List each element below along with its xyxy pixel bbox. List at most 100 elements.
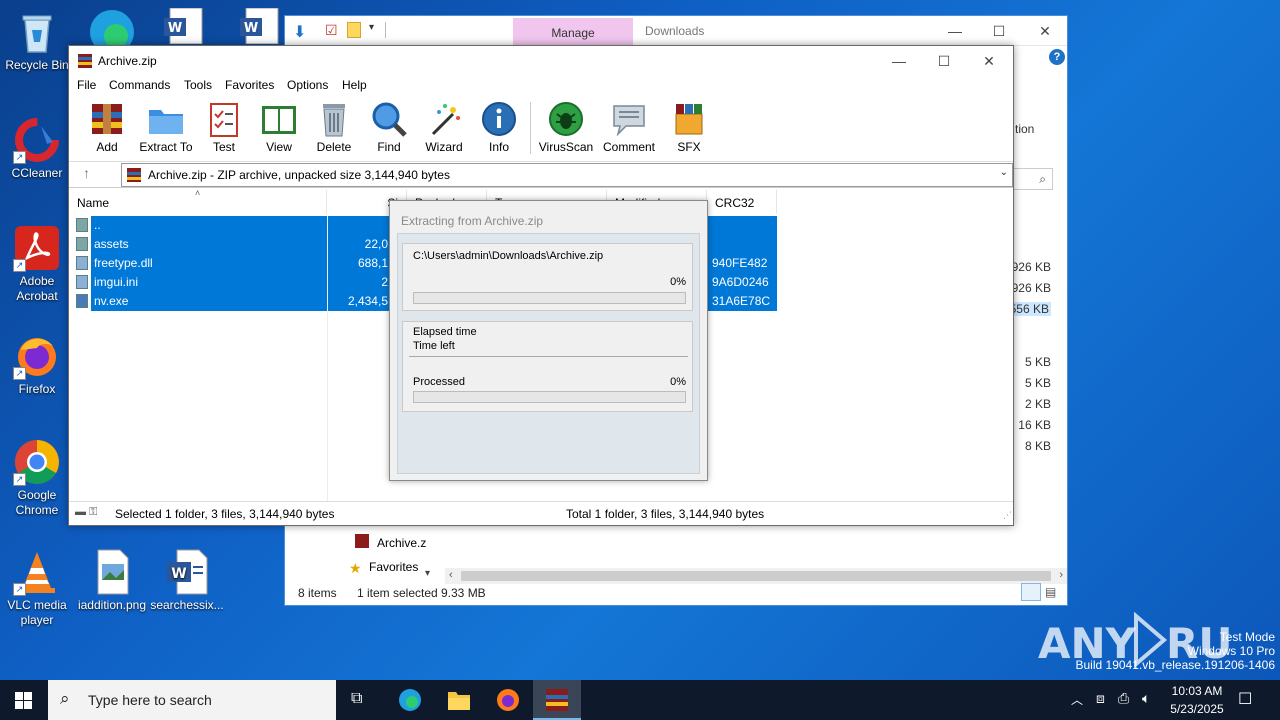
menu-tools[interactable]: Tools [184,78,212,92]
maximize-button[interactable]: ☐ [924,50,964,72]
comment-button[interactable]: Comment [600,100,658,154]
chevron-down-icon[interactable]: ▾ [369,22,374,33]
desktop-icon-label: Adobe Acrobat [16,274,58,303]
desktop-icon-ccleaner[interactable]: ↗ CCleaner [0,116,74,181]
processed-progress-bar [413,391,686,403]
row-name: freetype.dll [94,256,153,270]
taskbar-firefox[interactable] [484,680,532,720]
chevron-down-icon[interactable]: ▾ [425,568,430,579]
add-button[interactable]: Add [78,100,136,154]
sfx-button[interactable]: SFX [660,100,718,154]
explorer-titlebar[interactable]: ⬇ ☑ ▾ Manage Downloads — ☐ ✕ [285,16,1067,46]
winrar-logo-icon [546,689,568,711]
toolbar-label: Test [212,140,235,154]
archive-path-field[interactable]: Archive.zip - ZIP archive, unpacked size… [121,163,1013,187]
desktop-icon-adobe-acrobat[interactable]: ↗ Adobe Acrobat [0,224,74,304]
properties-icon[interactable]: ☑ [325,22,338,39]
row-size: 2,434,5 [347,294,388,308]
desktop-icon-searchessix[interactable]: W searchessix... [150,548,224,613]
clock-time[interactable]: 10:03 AM [1166,684,1228,698]
time-group: Elapsed time Time left Processed 0% [402,321,693,412]
network-adapter-icon[interactable]: ⧈ [1096,690,1105,707]
virusscan-button[interactable]: VirusScan [537,100,595,154]
nav-item-archive[interactable]: Archive.z [377,536,426,550]
task-view-button[interactable]: ⧉ [336,680,384,720]
maximize-button[interactable]: ☐ [979,20,1019,42]
desktop-icon-iaddition[interactable]: iaddition.png [75,548,149,613]
volume-icon[interactable]: 🔈︎ [1142,690,1150,707]
file-size: 556 KB [1007,302,1051,316]
toolbar-divider [530,102,531,154]
scrollbar-thumb[interactable] [461,571,1051,581]
taskbar-file-explorer[interactable] [435,680,483,720]
folder-up-icon [76,218,88,232]
watermark-line: Windows 10 Pro [1187,644,1275,658]
search-icon: ⌕ [1039,172,1046,186]
notification-icon[interactable]: ☐ [1238,689,1252,709]
minimize-button[interactable]: — [935,20,975,42]
clock-date[interactable]: 5/23/2025 [1166,702,1228,716]
row-size: 2 [381,275,388,289]
wizard-button[interactable]: Wizard [415,100,473,154]
close-button[interactable]: ✕ [969,50,1009,72]
help-icon[interactable]: ? [1049,49,1065,65]
firefox-icon: ↗ [13,332,61,380]
taskbar-search-box[interactable]: ⌕ Type here to search [48,680,336,720]
scroll-left-icon[interactable]: ‹ [449,569,453,581]
sort-up-icon: ˄ [195,188,201,198]
word-desktop-icon[interactable]: W [160,7,206,45]
minimize-button[interactable]: — [879,50,919,72]
taskbar-edge[interactable] [386,680,434,720]
ribbon-partial-label: tion [1015,122,1035,136]
toolbar-label: Add [96,140,118,154]
status-selected: 1 item selected [357,586,438,600]
column-crc32[interactable]: CRC32 [707,190,777,214]
details-view-icon[interactable] [1021,583,1041,601]
up-arrow-icon[interactable]: ↑ [83,165,90,181]
status-item-count: 8 items [298,586,337,600]
close-button[interactable]: ✕ [1025,20,1065,42]
column-name[interactable]: Name ˄ [69,188,327,214]
taskbar-winrar[interactable] [533,680,581,720]
download-arrow-icon[interactable]: ⬇ [293,22,306,42]
desktop-icon-firefox[interactable]: ↗ Firefox [0,332,74,397]
chevron-down-icon[interactable]: ⌄ [1000,167,1008,178]
view-button[interactable]: View [250,100,308,154]
word-desktop-icon[interactable]: W [236,7,282,45]
folder-icon[interactable] [347,22,361,38]
delete-button[interactable]: Delete [305,100,363,154]
test-button[interactable]: Test [195,100,253,154]
desktop-icon-google-chrome[interactable]: ↗ Google Chrome [0,438,74,518]
chevron-up-icon[interactable]: ︿ [1071,691,1083,708]
winrar-logo-icon [77,53,93,69]
status-total: Total 1 folder, 3 files, 3,144,940 bytes [566,507,765,521]
find-button[interactable]: Find [360,100,418,154]
edge-desktop-icon[interactable] [86,6,136,54]
scroll-right-icon[interactable]: › [1059,569,1063,581]
folder-icon [448,692,470,710]
menu-commands[interactable]: Commands [109,78,170,92]
search-box[interactable]: ⌕ [1013,168,1053,190]
nav-item-favorites[interactable]: Favorites [369,560,418,574]
menu-options[interactable]: Options [287,78,328,92]
row-size: 688,1 [357,256,388,270]
desktop-icon-recycle-bin[interactable]: Recycle Bin [0,8,74,73]
winrar-titlebar[interactable]: Archive.zip — ☐ ✕ [69,46,1013,76]
desktop-icon-vlc[interactable]: ↗ VLC media player [0,548,74,628]
tab-manage[interactable]: Manage [513,18,633,46]
menu-file[interactable]: File [77,78,96,92]
resize-grip-icon[interactable]: ⋰ [1003,510,1012,521]
edge-icon [399,689,421,711]
menu-help[interactable]: Help [342,78,367,92]
large-icons-view-icon[interactable]: ▤ [1045,585,1056,599]
network-icon[interactable]: ⎙ [1118,690,1129,707]
start-button[interactable] [0,680,48,720]
file-progress-group: C:\Users\admin\Downloads\Archive.zip 0% [402,243,693,311]
elapsed-label: Elapsed time [413,326,477,338]
extract-progress-dialog[interactable]: Extracting from Archive.zip C:\Users\adm… [389,200,708,481]
separator [409,356,688,357]
info-button[interactable]: Info [470,100,528,154]
menu-favorites[interactable]: Favorites [225,78,274,92]
extract-to-button[interactable]: Extract To [137,100,195,154]
ccleaner-icon: ↗ [13,116,61,164]
